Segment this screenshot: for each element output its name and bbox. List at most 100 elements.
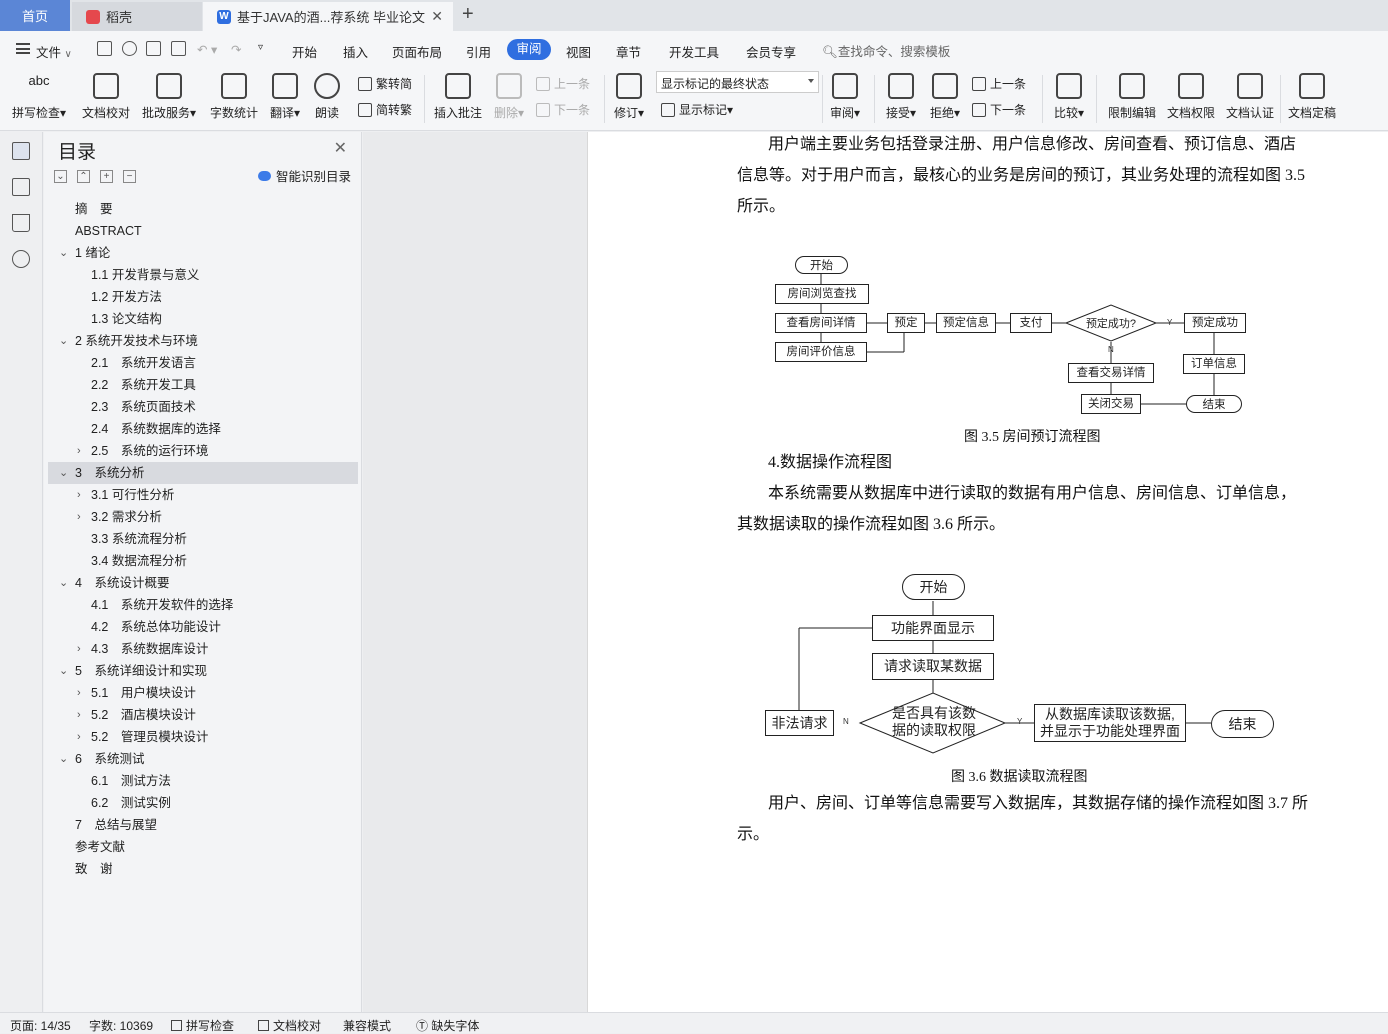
menu-layout[interactable]: 页面布局	[392, 42, 442, 61]
doc-proof-button[interactable]: 文档校对	[80, 73, 132, 121]
tab-document[interactable]: W 基于JAVA的酒...荐系统 毕业论文 ✕	[203, 2, 453, 31]
add-heading-icon[interactable]: +	[100, 170, 113, 183]
toc-item[interactable]: 摘 要	[48, 198, 358, 220]
tab-home[interactable]: 首页	[0, 0, 70, 31]
print-icon[interactable]	[146, 41, 161, 56]
smart-toc-button[interactable]: 智能识别目录	[257, 166, 351, 185]
page-indicator[interactable]: 页面: 14/35	[10, 1017, 71, 1034]
toc-item[interactable]: 参考文献	[48, 836, 358, 858]
chevron-right-icon[interactable]: ›	[77, 682, 81, 704]
spell-check-button[interactable]: abc 拼写检查▾	[10, 73, 68, 121]
toc-item[interactable]: ⌄ 1 绪论	[48, 242, 358, 264]
accept-button[interactable]: 接受▾	[882, 73, 920, 121]
quick-access-dropdown-icon[interactable]: ▿	[258, 42, 263, 53]
toc-item[interactable]: ⌄ 3 系统分析	[48, 462, 358, 484]
doc-finalize-button[interactable]: 文档定稿	[1286, 73, 1338, 121]
close-tab-icon[interactable]: ✕	[431, 8, 443, 25]
toc-item[interactable]: › 4.3 系统数据库设计	[48, 638, 358, 660]
toc-item[interactable]: 2.1 系统开发语言	[48, 352, 358, 374]
toc-item[interactable]: 1.3 论文结构	[48, 308, 358, 330]
toc-item[interactable]: ⌄ 4 系统设计概要	[48, 572, 358, 594]
toc-item[interactable]: 1.1 开发背景与意义	[48, 264, 358, 286]
chevron-down-icon[interactable]: ⌄	[59, 462, 68, 484]
simp-to-trad-button[interactable]: 简转繁	[358, 101, 412, 118]
toc-item[interactable]: 1.2 开发方法	[48, 286, 358, 308]
chevron-right-icon[interactable]: ›	[77, 726, 81, 748]
toc-item[interactable]: ⌄ 6 系统测试	[48, 748, 358, 770]
restrict-edit-button[interactable]: 限制编辑	[1106, 73, 1158, 121]
compare-button[interactable]: 比较▾	[1050, 73, 1088, 121]
collapse-all-icon[interactable]: ⌃	[77, 170, 90, 183]
search-icon[interactable]	[12, 250, 30, 268]
new-tab-button[interactable]: +	[462, 3, 474, 26]
redo-icon[interactable]: ↷	[231, 42, 241, 57]
trad-to-simp-button[interactable]: 繁转简	[358, 75, 412, 92]
next-comment-button[interactable]: 下一条	[536, 101, 590, 118]
review-pane-button[interactable]: 审阅▾	[826, 73, 864, 121]
sync-icon[interactable]	[122, 41, 137, 56]
toc-item[interactable]: 3.3 系统流程分析	[48, 528, 358, 550]
chevron-right-icon[interactable]: ›	[77, 506, 81, 528]
read-aloud-button[interactable]: 朗读	[312, 73, 342, 121]
prev-change-button[interactable]: 上一条	[972, 75, 1026, 92]
undo-icon[interactable]: ↶ ▾	[197, 42, 217, 57]
menu-home[interactable]: 开始	[292, 42, 317, 61]
menu-member[interactable]: 会员专享	[746, 42, 796, 61]
tab-docer[interactable]: 稻壳	[72, 2, 202, 31]
bookmark-icon[interactable]	[12, 214, 30, 232]
toc-item[interactable]: 7 总结与展望	[48, 814, 358, 836]
doc-proof-status[interactable]: 文档校对	[258, 1017, 321, 1034]
toc-item[interactable]: › 5.2 酒店模块设计	[48, 704, 358, 726]
navigation-icon[interactable]	[12, 178, 30, 196]
toc-item[interactable]: 3.4 数据流程分析	[48, 550, 358, 572]
menu-developer[interactable]: 开发工具	[669, 42, 719, 61]
toc-item[interactable]: 2.2 系统开发工具	[48, 374, 358, 396]
chevron-down-icon[interactable]: ⌄	[59, 242, 68, 264]
toc-item[interactable]: › 3.2 需求分析	[48, 506, 358, 528]
chevron-down-icon[interactable]: ⌄	[59, 572, 68, 594]
toc-item[interactable]: › 3.1 可行性分析	[48, 484, 358, 506]
toc-item[interactable]: 6.2 测试实例	[48, 792, 358, 814]
batch-service-button[interactable]: 批改服务▾	[140, 73, 198, 121]
file-menu[interactable]: 文件 ∨	[36, 42, 72, 61]
expand-all-icon[interactable]: ⌄	[54, 170, 67, 183]
command-search[interactable]: 🔍︎查找命令、搜索模板	[822, 41, 950, 60]
close-icon[interactable]: ✕	[334, 138, 347, 158]
menu-icon[interactable]	[16, 43, 30, 54]
toc-item[interactable]: 2.4 系统数据库的选择	[48, 418, 358, 440]
toc-item[interactable]: › 5.2 管理员模块设计	[48, 726, 358, 748]
prev-comment-button[interactable]: 上一条	[536, 75, 590, 92]
chevron-down-icon[interactable]: ⌄	[59, 660, 68, 682]
chevron-down-icon[interactable]: ⌄	[59, 748, 68, 770]
menu-chapter[interactable]: 章节	[616, 42, 641, 61]
toc-item[interactable]: ⌄ 5 系统详细设计和实现	[48, 660, 358, 682]
translate-button[interactable]: 翻译▾	[266, 73, 304, 121]
print-preview-icon[interactable]	[171, 41, 186, 56]
menu-insert[interactable]: 插入	[343, 42, 368, 61]
missing-font-status[interactable]: Ⓣ 缺失字体	[416, 1017, 479, 1034]
toc-item[interactable]: 致 谢	[48, 858, 358, 880]
show-markup-button[interactable]: 显示标记 ▾	[661, 101, 733, 118]
word-count-button[interactable]: 字数统计	[208, 73, 260, 121]
track-changes-button[interactable]: 修订▾	[610, 73, 648, 121]
spell-check-status[interactable]: 拼写检查	[171, 1017, 234, 1034]
toc-item[interactable]: 6.1 测试方法	[48, 770, 358, 792]
chevron-right-icon[interactable]: ›	[77, 484, 81, 506]
menu-view[interactable]: 视图	[566, 42, 591, 61]
insert-comment-button[interactable]: 插入批注	[432, 73, 484, 121]
toc-item[interactable]: › 5.1 用户模块设计	[48, 682, 358, 704]
delete-comment-button[interactable]: 删除▾	[490, 73, 528, 121]
menu-references[interactable]: 引用	[466, 42, 491, 61]
markup-display-select[interactable]: 显示标记的最终状态	[656, 71, 819, 93]
toc-panel-icon[interactable]	[12, 142, 30, 160]
word-count[interactable]: 字数: 10369	[89, 1017, 153, 1034]
toc-item[interactable]: 4.2 系统总体功能设计	[48, 616, 358, 638]
save-icon[interactable]	[97, 41, 112, 56]
remove-heading-icon[interactable]: −	[123, 170, 136, 183]
reject-button[interactable]: 拒绝▾	[926, 73, 964, 121]
doc-auth-button[interactable]: 文档认证	[1224, 73, 1276, 121]
chevron-right-icon[interactable]: ›	[77, 440, 81, 462]
toc-item[interactable]: 2.3 系统页面技术	[48, 396, 358, 418]
chevron-down-icon[interactable]: ⌄	[59, 330, 68, 352]
next-change-button[interactable]: 下一条	[972, 101, 1026, 118]
